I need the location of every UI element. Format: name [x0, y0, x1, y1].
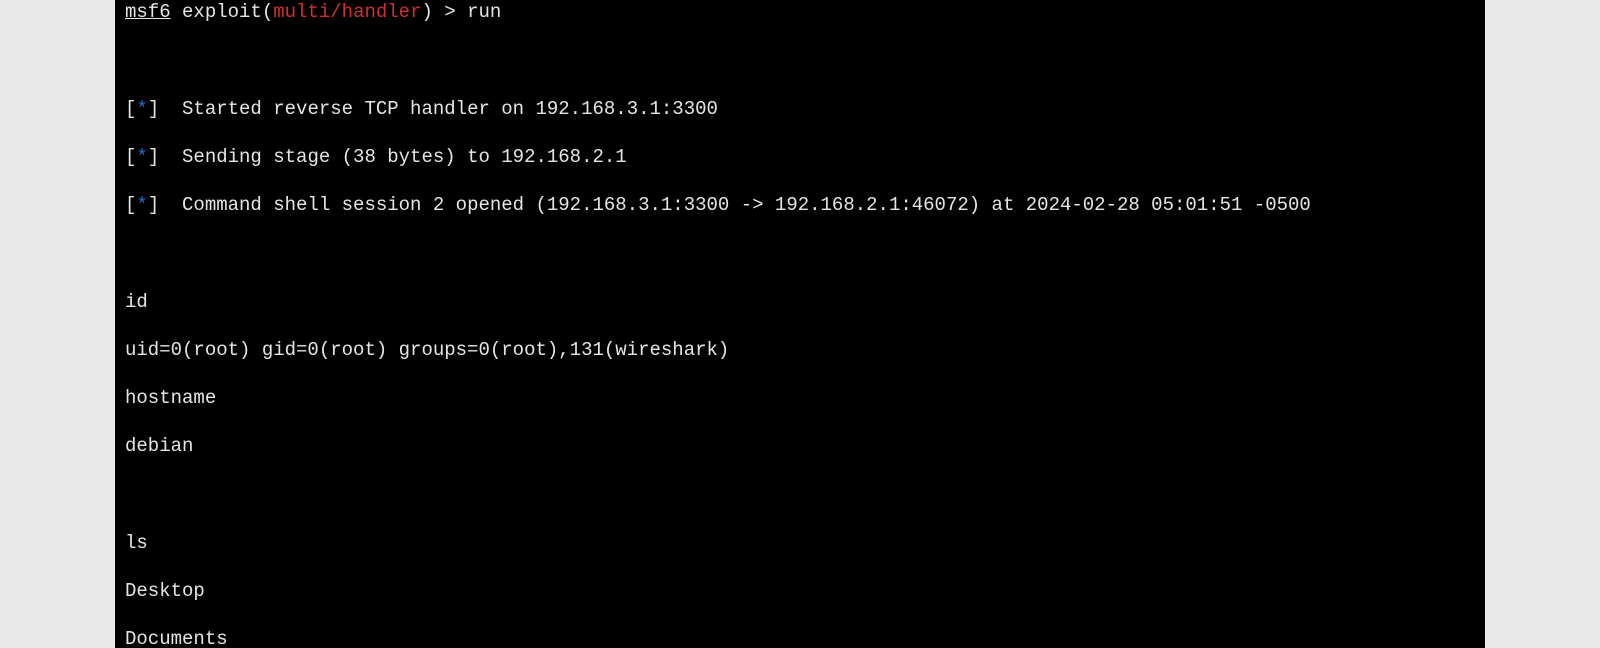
msf-prompt-prefix: msf6	[125, 1, 171, 23]
shell-hostname-output: debian	[125, 434, 1475, 458]
msf-prompt-line: msf6 exploit(multi/handler) > run	[125, 0, 1475, 24]
status-line-2: [*] Sending stage (38 bytes) to 192.168.…	[125, 145, 1475, 169]
status-line-3: [*] Command shell session 2 opened (192.…	[125, 193, 1475, 217]
blank-line	[125, 483, 1475, 507]
status-text-1: Started reverse TCP handler on 192.168.3…	[159, 98, 718, 120]
status-line-1: [*] Started reverse TCP handler on 192.1…	[125, 97, 1475, 121]
star-icon: *	[136, 146, 147, 168]
blank-line	[125, 48, 1475, 72]
status-text-3: Command shell session 2 opened (192.168.…	[159, 194, 1311, 216]
exploit-word: exploit	[182, 1, 262, 23]
prompt-gt: >	[444, 1, 455, 23]
blank-line	[125, 241, 1475, 265]
shell-id-output: uid=0(root) gid=0(root) groups=0(root),1…	[125, 338, 1475, 362]
shell-cmd-ls: ls	[125, 531, 1475, 555]
shell-cmd-hostname: hostname	[125, 386, 1475, 410]
status-text-2: Sending stage (38 bytes) to 192.168.2.1	[159, 146, 626, 168]
terminal-window[interactable]: msf6 exploit(multi/handler) > run [*] St…	[115, 0, 1485, 648]
list-item: Documents	[125, 627, 1475, 648]
star-icon: *	[136, 194, 147, 216]
list-item: Desktop	[125, 579, 1475, 603]
shell-cmd-id: id	[125, 290, 1475, 314]
module-path: multi/handler	[273, 1, 421, 23]
run-command: run	[467, 1, 501, 23]
star-icon: *	[136, 98, 147, 120]
